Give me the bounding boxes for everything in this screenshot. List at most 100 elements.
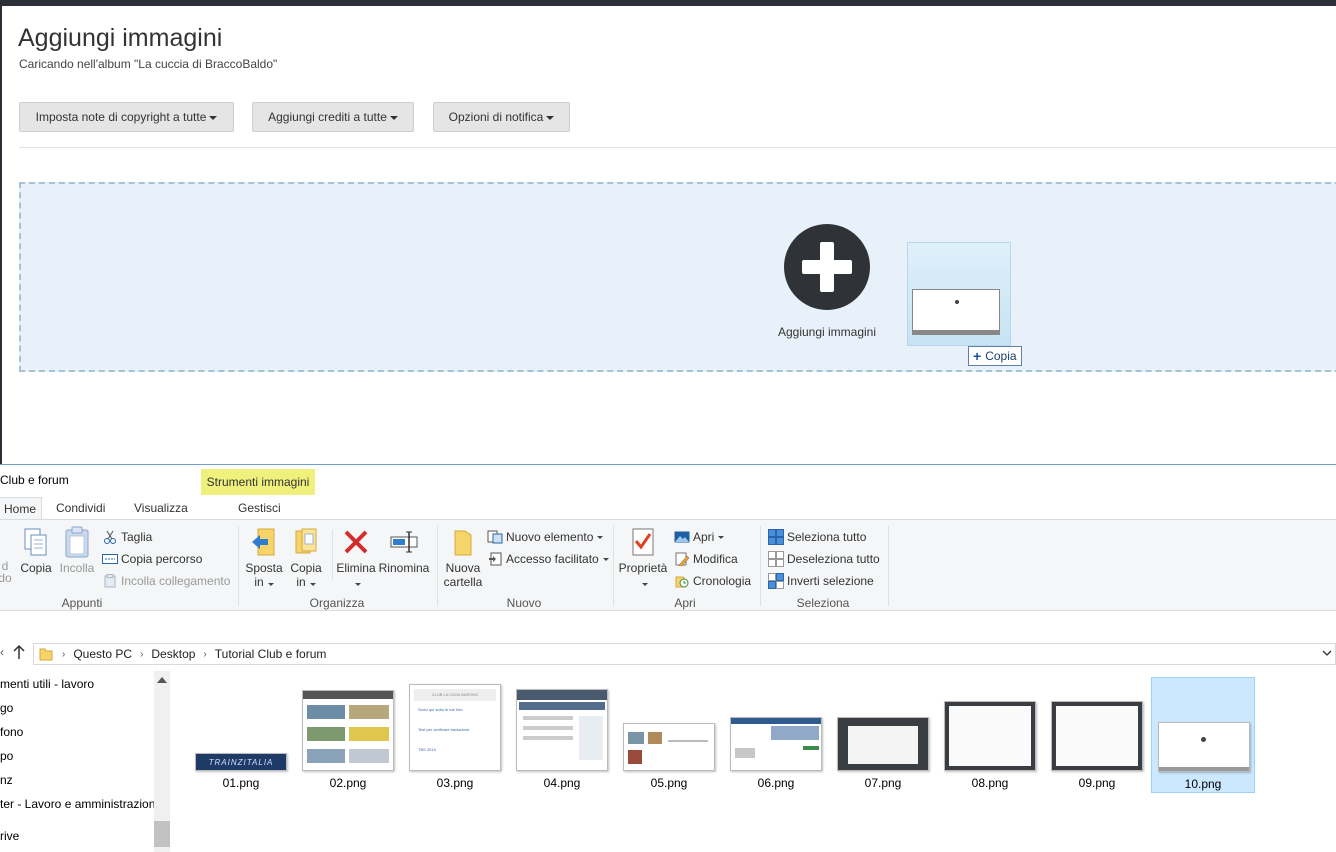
- drag-copy-label: Copia: [985, 349, 1017, 363]
- nav-item[interactable]: ter - Lavoro e amministrazion: [0, 797, 154, 811]
- file-item-07[interactable]: 07.png: [831, 677, 935, 793]
- new-folder-label-2: cartella: [443, 575, 483, 589]
- easy-access-icon: [487, 551, 503, 567]
- properties-button[interactable]: Proprietà: [618, 526, 668, 589]
- delete-x-icon: [340, 526, 372, 558]
- folder-icon: [38, 646, 54, 662]
- history-icon: [674, 573, 690, 589]
- scrollbar-thumb[interactable]: [154, 821, 170, 847]
- file-thumbnail-text: Scrivi qui sotto le tue foto: [418, 707, 463, 712]
- cut-label: Taglia: [121, 530, 153, 544]
- move-to-label-2: in: [254, 575, 264, 589]
- copyright-notes-button[interactable]: Imposta note di copyright a tutte: [19, 102, 234, 132]
- add-credits-button[interactable]: Aggiungi crediti a tutte: [252, 102, 414, 132]
- new-item-button[interactable]: Nuovo elemento: [487, 529, 604, 545]
- tab-share[interactable]: Condividi: [56, 497, 105, 519]
- paste-button[interactable]: Incolla: [58, 526, 96, 575]
- web-page: Aggiungi immagini Caricando nell'album "…: [0, 6, 1336, 464]
- copy-icon: [20, 526, 52, 558]
- breadcrumb-this-pc[interactable]: Questo PC: [73, 647, 132, 661]
- breadcrumb-current-folder[interactable]: Tutorial Club e forum: [215, 647, 327, 661]
- history-button[interactable]: Cronologia: [674, 573, 751, 589]
- nav-item[interactable]: go: [0, 701, 154, 715]
- open-image-icon: [674, 529, 690, 545]
- copy-button[interactable]: Copia: [18, 526, 54, 575]
- move-to-button[interactable]: Sposta in: [245, 526, 283, 589]
- pin-quick-access-button-partial[interactable]: d do: [0, 560, 12, 584]
- file-thumbnail-text: CLUB LA CASA BAROKO: [414, 689, 496, 701]
- tab-view[interactable]: Visualizza: [134, 497, 188, 519]
- back-chevron-icon[interactable]: ‹: [0, 645, 4, 659]
- properties-checkmark-icon: [627, 526, 659, 558]
- copy-path-icon: [102, 551, 118, 567]
- address-bar[interactable]: › Questo PC › Desktop › Tutorial Club e …: [33, 643, 1336, 665]
- properties-label: Proprietà: [618, 561, 668, 575]
- window-title: Club e forum: [0, 473, 69, 487]
- group-separator: [437, 526, 438, 606]
- notification-options-button[interactable]: Opzioni di notifica: [433, 102, 570, 132]
- rename-button[interactable]: Rinomina: [378, 526, 430, 575]
- group-label-select: Seleziona: [796, 596, 850, 610]
- move-to-label-1: Sposta: [245, 561, 283, 575]
- add-images-label[interactable]: Aggiungi immagini: [741, 325, 913, 339]
- clipboard-icon: [61, 526, 93, 558]
- new-folder-button[interactable]: Nuova cartella: [442, 526, 484, 589]
- address-dropdown-icon[interactable]: [1321, 647, 1333, 659]
- rename-icon: [388, 526, 420, 558]
- paste-label: Incolla: [59, 561, 95, 575]
- new-folder-label-1: Nuova: [445, 561, 481, 575]
- select-all-button[interactable]: Seleziona tutto: [768, 529, 866, 545]
- plus-icon: +: [973, 348, 982, 364]
- edit-button[interactable]: Modifica: [674, 551, 738, 567]
- select-all-label: Seleziona tutto: [787, 530, 867, 544]
- group-separator: [888, 526, 889, 606]
- paste-shortcut-button[interactable]: Incolla collegamento: [102, 573, 230, 589]
- open-button[interactable]: Apri: [674, 529, 725, 545]
- file-item-08[interactable]: 08.png: [938, 677, 1042, 793]
- file-item-05[interactable]: 05.png: [617, 677, 721, 793]
- copyright-notes-label: Imposta note di copyright a tutte: [35, 110, 207, 124]
- file-item-01[interactable]: TRAINZITALIA 01.png: [189, 677, 293, 793]
- easy-access-button[interactable]: Accesso facilitato: [487, 551, 609, 567]
- nav-item[interactable]: menti utili - lavoro: [0, 677, 154, 691]
- tab-home[interactable]: Home: [0, 497, 42, 519]
- nav-item[interactable]: nz: [0, 773, 154, 787]
- tab-manage[interactable]: Gestisci: [238, 497, 281, 519]
- breadcrumb-desktop[interactable]: Desktop: [151, 647, 195, 661]
- cut-button[interactable]: Taglia: [102, 529, 152, 545]
- easy-access-label: Accesso facilitato: [506, 552, 599, 566]
- select-none-button[interactable]: Deseleziona tutto: [768, 551, 880, 567]
- notification-options-label: Opzioni di notifica: [448, 110, 544, 124]
- divider: [19, 147, 1336, 148]
- copy-to-label-2: in: [296, 575, 306, 589]
- up-arrow-icon[interactable]: [12, 643, 28, 663]
- caret-down-icon: [209, 116, 218, 120]
- file-name: 04.png: [543, 776, 581, 790]
- dropdown-arrow-icon: [642, 583, 648, 586]
- file-item-09[interactable]: 09.png: [1045, 677, 1149, 793]
- file-item-10-selected[interactable]: 10.png: [1151, 677, 1255, 793]
- file-item-02[interactable]: 02.png: [296, 677, 400, 793]
- copy-path-button[interactable]: Copia percorso: [102, 551, 202, 567]
- paste-shortcut-label: Incolla collegamento: [121, 574, 231, 588]
- invert-selection-button[interactable]: Inverti selezione: [768, 573, 874, 589]
- nav-scrollbar[interactable]: [154, 671, 170, 852]
- file-item-03[interactable]: CLUB LA CASA BAROKO Scrivi qui sotto le …: [403, 677, 507, 793]
- add-images-plus-icon[interactable]: [784, 224, 870, 310]
- file-item-04[interactable]: 04.png: [510, 677, 614, 793]
- file-name: 03.png: [436, 776, 474, 790]
- delete-button[interactable]: Elimina: [336, 526, 376, 589]
- copy-to-button[interactable]: Copia in: [287, 526, 325, 589]
- file-thumbnail: [1158, 722, 1250, 772]
- upload-dropzone[interactable]: Aggiungi immagini + Copia: [19, 182, 1336, 372]
- new-folder-icon: [447, 526, 479, 558]
- drag-copy-tooltip: + Copia: [968, 346, 1022, 366]
- copy-label: Copia: [20, 561, 52, 575]
- nav-item[interactable]: rive: [0, 829, 154, 843]
- nav-item[interactable]: po: [0, 749, 154, 763]
- paste-shortcut-icon: [102, 573, 118, 589]
- select-none-label: Deseleziona tutto: [787, 552, 880, 566]
- scroll-up-arrow-icon[interactable]: [157, 677, 167, 683]
- nav-item[interactable]: fono: [0, 725, 154, 739]
- file-item-06[interactable]: 06.png: [724, 677, 828, 793]
